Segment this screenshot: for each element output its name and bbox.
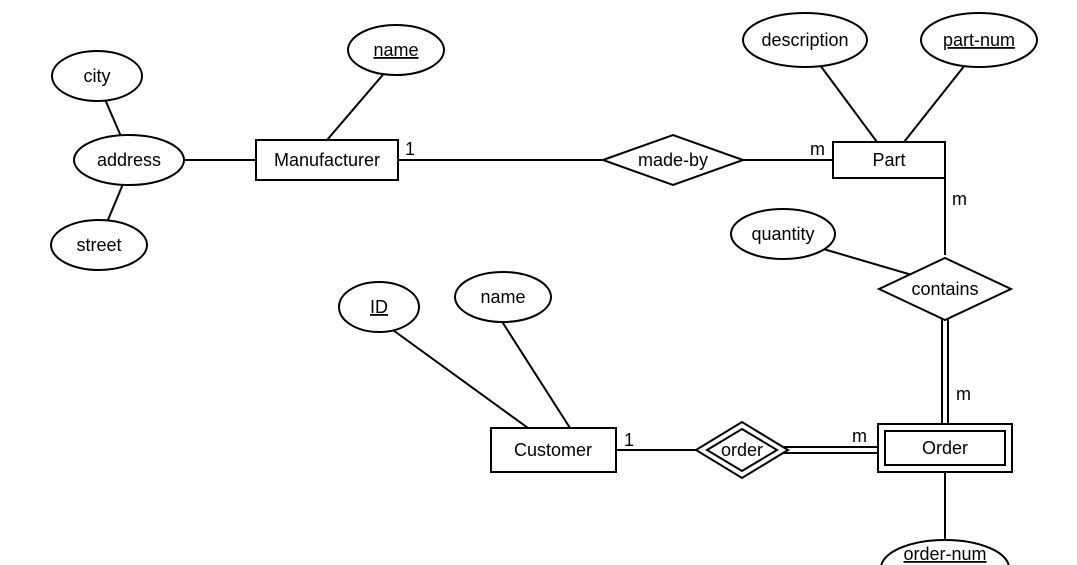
card-part-madeby: m [810,139,825,159]
rel-contains-label: contains [911,279,978,299]
entity-order-label: Order [922,438,968,458]
edge-partnum-part [904,60,969,142]
attr-mfr-name-label: name [373,40,418,60]
entity-part-label: Part [872,150,905,170]
entity-customer-label: Customer [514,440,592,460]
card-part-contains: m [952,189,967,209]
rel-made-by-label: made-by [638,150,708,170]
attr-quantity-label: quantity [751,224,814,244]
attr-part-num-label: part-num [943,30,1015,50]
entity-manufacturer-label: Manufacturer [274,150,380,170]
edge-id-customer [386,325,528,428]
attr-city-label: city [84,66,111,86]
card-customer-orderrel: 1 [624,430,634,450]
card-order-contains: m [956,384,971,404]
edge-description-part [814,57,877,142]
edge-quantity-contains [820,248,912,275]
attr-address-label: address [97,150,161,170]
edge-custname-customer [501,320,570,428]
edge-name-manufacturer [327,70,387,140]
rel-order-label: order [721,440,763,460]
attr-cust-name-label: name [480,287,525,307]
card-manufacturer-madeby: 1 [405,139,415,159]
attr-street-label: street [76,235,121,255]
attr-order-num-label: order-num [903,544,986,564]
er-diagram: 1 m m m 1 m city address street name des… [0,0,1077,565]
attr-cust-id-label: ID [370,297,388,317]
card-order-orderrel: m [852,426,867,446]
attr-description-label: description [761,30,848,50]
